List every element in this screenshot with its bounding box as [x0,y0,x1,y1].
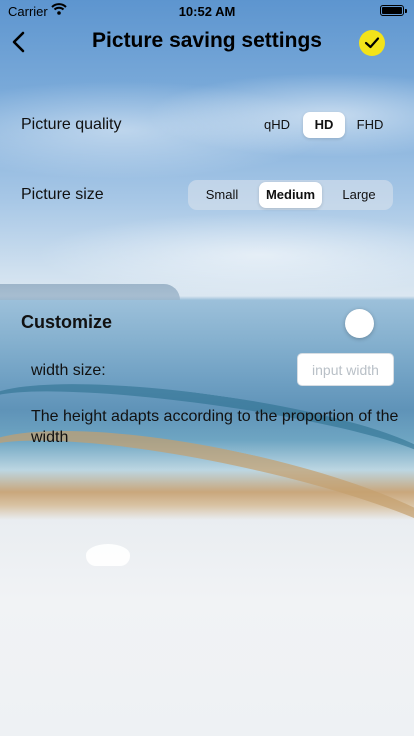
picture-size-segmented-control: Small Medium Large [188,180,393,210]
quality-option-hd[interactable]: HD [303,112,345,138]
snow-mound [86,544,130,566]
width-input[interactable] [297,353,394,386]
battery-icon [380,5,407,16]
page-title: Picture saving settings [92,29,322,52]
checkmark-icon [364,37,380,49]
height-note: The height adapts according to the propo… [31,408,399,446]
quality-option-fhd[interactable]: FHD [349,112,391,138]
width-size-label: width size: [31,362,106,379]
status-bar: Carrier 10:52 AM [0,0,414,22]
size-option-large[interactable]: Large [328,182,390,208]
quality-option-qhd[interactable]: qHD [255,112,299,138]
status-time: 10:52 AM [178,4,236,19]
size-option-medium[interactable]: Medium [259,182,322,208]
confirm-button[interactable] [359,30,385,56]
size-option-small[interactable]: Small [192,182,252,208]
customize-toggle[interactable] [345,309,374,338]
customize-label: Customize [21,312,113,332]
picture-size-label: Picture size [21,186,104,203]
distant-hills [0,284,180,300]
picture-quality-segmented-control: qHD HD FHD [253,110,393,140]
picture-quality-label: Picture quality [21,116,122,133]
